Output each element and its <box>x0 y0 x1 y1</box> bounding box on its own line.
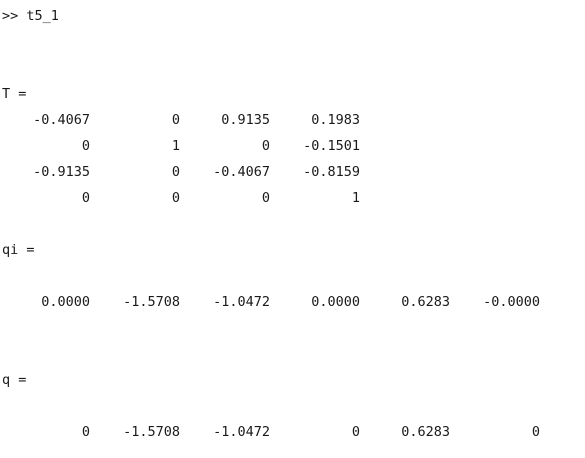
T-cell-1-2: 0 <box>171 112 180 128</box>
T-cell-3-2: 0 <box>171 164 180 180</box>
T-cell-2-1: 0 <box>81 138 90 154</box>
T-cell-4-4: 1 <box>351 190 360 206</box>
T-cell-1-3: 0.9135 <box>221 112 270 128</box>
qi-value-3: -1.0472 <box>213 294 270 310</box>
command-prompt-line: >> t5_1 <box>2 8 59 24</box>
T-cell-2-4: -0.1501 <box>303 138 360 154</box>
T-cell-1-4: 0.1983 <box>311 112 360 128</box>
T-cell-2-2: 1 <box>171 138 180 154</box>
q-value-2: -1.5708 <box>123 424 180 440</box>
q-value-1: 0 <box>81 424 90 440</box>
q-value-5: 0.6283 <box>401 424 450 440</box>
T-cell-4-1: 0 <box>81 190 90 206</box>
T-cell-3-4: -0.8159 <box>303 164 360 180</box>
qi-value-5: 0.6283 <box>401 294 450 310</box>
T-cell-3-1: -0.9135 <box>33 164 90 180</box>
T-cell-1-1: -0.4067 <box>33 112 90 128</box>
T-cell-4-3: 0 <box>261 190 270 206</box>
T-cell-3-3: -0.4067 <box>213 164 270 180</box>
T-cell-4-2: 0 <box>171 190 180 206</box>
q-label: q = <box>2 372 27 388</box>
T-cell-2-3: 0 <box>261 138 270 154</box>
command-window[interactable]: >> t5_1 T = -0.4067 0 0.9135 0.1983 0 1 … <box>0 0 585 458</box>
q-value-6: 0 <box>531 424 540 440</box>
qi-label: qi = <box>2 242 35 258</box>
T-label: T = <box>2 86 27 102</box>
q-value-3: -1.0472 <box>213 424 270 440</box>
qi-value-1: 0.0000 <box>41 294 90 310</box>
q-value-4: 0 <box>351 424 360 440</box>
qi-value-2: -1.5708 <box>123 294 180 310</box>
qi-value-4: 0.0000 <box>311 294 360 310</box>
qi-value-6: -0.0000 <box>483 294 540 310</box>
